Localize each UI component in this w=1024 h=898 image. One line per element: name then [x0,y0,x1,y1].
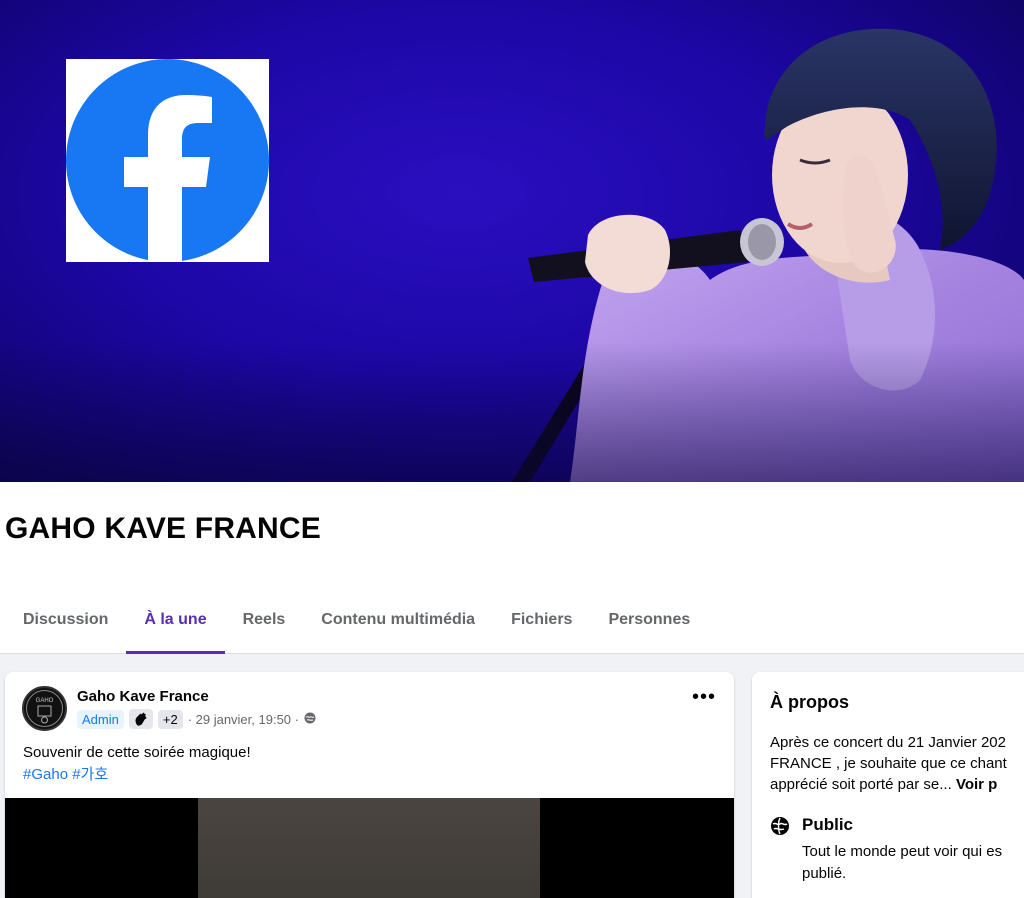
about-description: Après ce concert du 21 Janvier 202 FRANC… [770,732,1024,795]
voir-plus-link[interactable]: Voir p [956,776,997,793]
globe-icon [771,817,789,835]
cover-photo [0,0,1024,482]
author-avatar[interactable]: GAHO [22,686,67,731]
post-text: Souvenir de cette soirée magique! [23,744,251,761]
about-desc-line: FRANCE , je souhaite que ce chant [770,755,1007,772]
admin-badge[interactable]: Admin [77,709,124,729]
privacy-title: Public [802,815,854,834]
waving-hand-icon[interactable] [128,709,153,729]
post-author[interactable]: Gaho Kave France [77,688,209,705]
about-desc-line: apprécié soit porté par se... [770,776,952,793]
post-timestamp[interactable]: · 29 janvier, 19:50 · [188,712,299,727]
tab-fichiers[interactable]: Fichiers [493,592,590,654]
group-header: GAHO KAVE FRANCE Discussion À la une Ree… [0,482,1024,654]
group-title: GAHO KAVE FRANCE [5,512,321,545]
hashtag-link[interactable]: #가호 [72,766,108,783]
svg-text:GAHO: GAHO [36,698,54,704]
tab-a-la-une[interactable]: À la une [126,592,225,654]
cover-shade [0,342,1024,482]
post-meta: Admin +2 · 29 janvier, 19:50 · [77,709,316,729]
privacy-desc-line: publié. [802,865,847,882]
about-desc-line: Après ce concert du 21 Janvier 202 [770,734,1006,751]
privacy-desc-line: Tout le monde peut voir qui es [802,843,1003,860]
tab-reels[interactable]: Reels [225,592,304,654]
post-more-button[interactable]: ••• [692,687,716,707]
tab-personnes[interactable]: Personnes [590,592,708,654]
more-badges[interactable]: +2 [157,709,183,729]
about-title: À propos [770,692,849,712]
video-frame [198,798,540,898]
tab-contenu-multimedia[interactable]: Contenu multimédia [303,592,493,654]
privacy-description: Tout le monde peut voir qui es publié. [802,841,1024,885]
about-card: À propos Après ce concert du 21 Janvier … [752,672,1024,898]
globe-icon [304,712,316,727]
facebook-logo-icon [66,59,269,262]
tab-discussion[interactable]: Discussion [5,592,126,654]
post-card: GAHO Gaho Kave France Admin +2 · 29 janv… [5,672,734,898]
post-hashtags: #Gaho #가호 [23,764,108,786]
post-video[interactable] [5,798,734,898]
hashtag-link[interactable]: #Gaho [23,766,68,783]
group-tabs: Discussion À la une Reels Contenu multim… [5,592,708,654]
